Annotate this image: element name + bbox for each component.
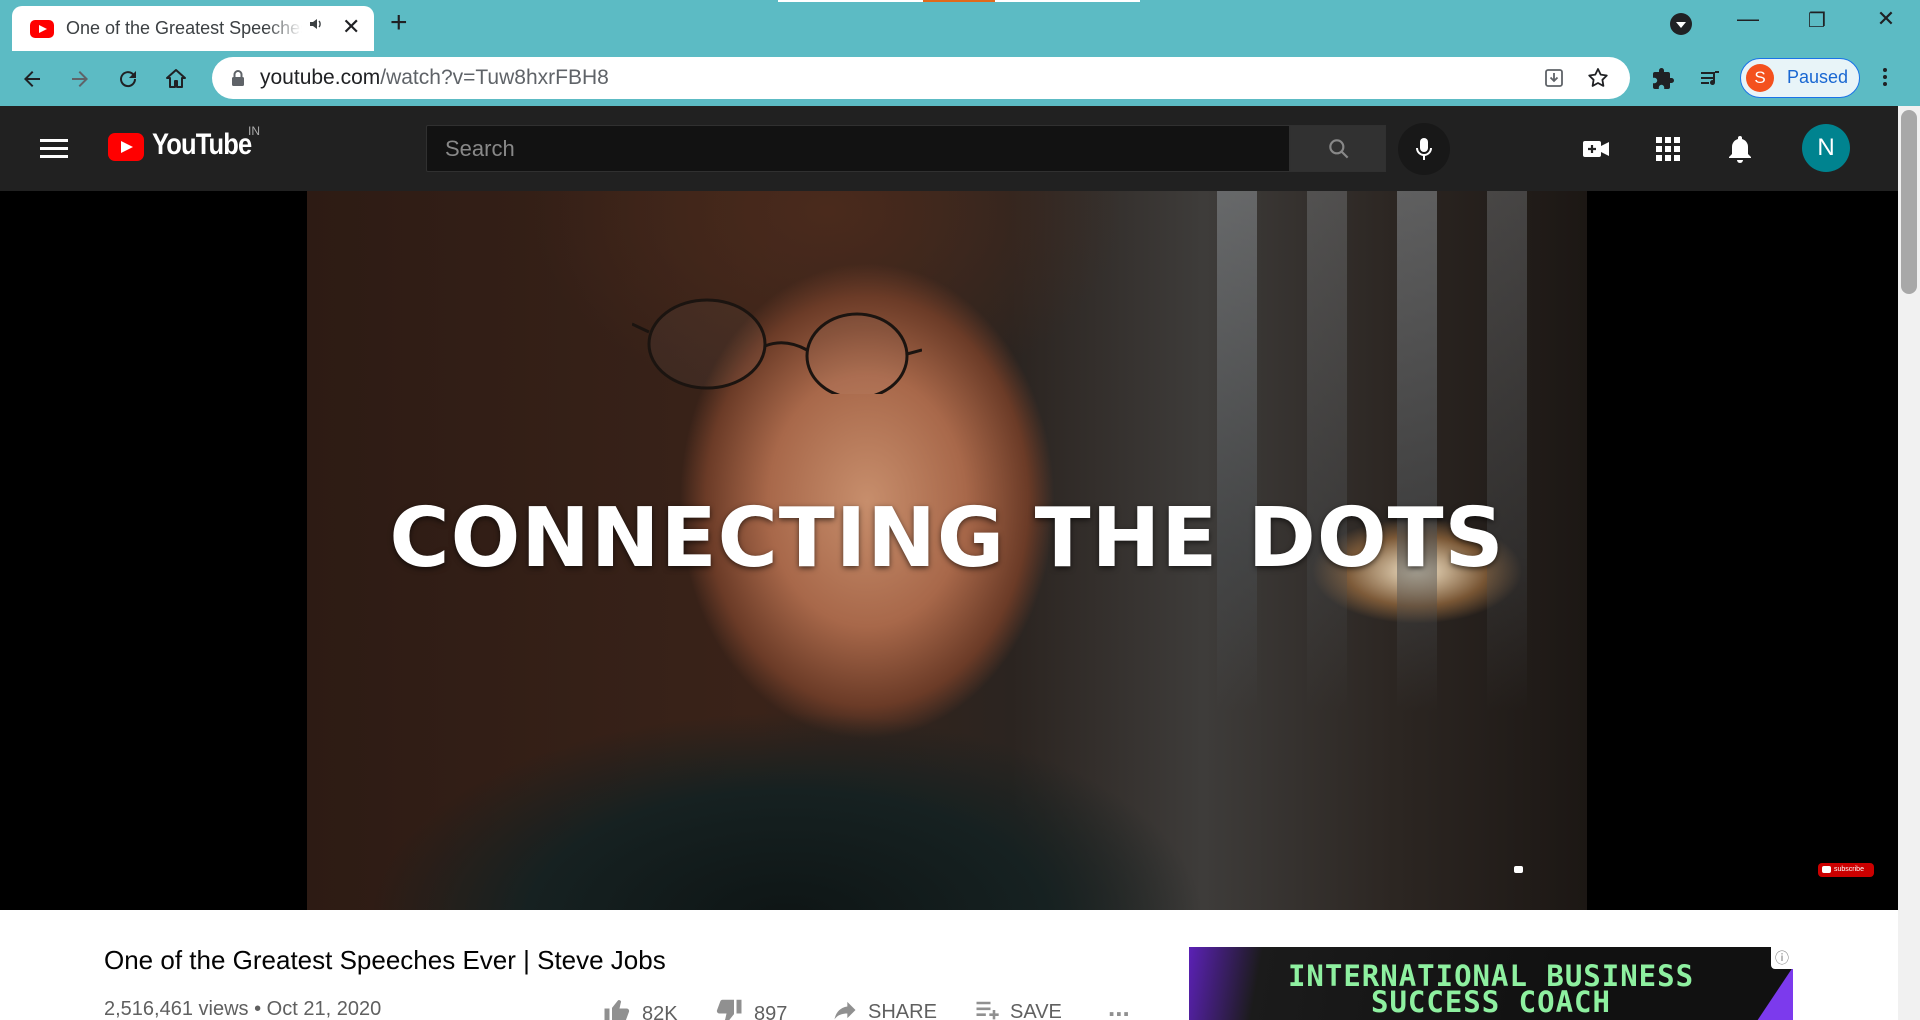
search-box [426,125,1290,172]
lock-icon[interactable] [228,68,248,88]
sidebar-ad-banner[interactable]: INTERNATIONAL BUSINESS SUCCESS COACH ⓘ [1189,947,1793,1020]
browser-tab-strip: One of the Greatest Speeches Ever | Stev… [0,0,1920,51]
reload-icon[interactable] [110,61,146,97]
tab-strip-highlight [995,0,1140,2]
close-tab-icon[interactable]: ✕ [342,14,360,40]
view-count: 2,516,461 views [104,998,249,1020]
youtube-masthead: YouTube IN N [0,106,1898,191]
ad-info-icon[interactable]: ⓘ [1771,947,1793,969]
back-icon[interactable] [14,61,50,97]
minimize-icon[interactable]: — [1728,6,1768,32]
video-player[interactable]: CONNECTING THE DOTS [0,191,1898,910]
youtube-favicon-icon [30,20,54,38]
upload-date: Oct 21, 2020 [266,998,382,1020]
video-info: One of the Greatest Speeches Ever | Stev… [0,910,1898,1020]
video-frame: CONNECTING THE DOTS [307,191,1587,910]
youtube-play-logo-icon [108,133,144,161]
speaker-icon[interactable] [308,16,324,37]
search-button[interactable] [1290,125,1386,172]
browser-menu-icon[interactable] [1880,65,1890,93]
browser-tab-active[interactable]: One of the Greatest Speeches Ever | Stev… [12,6,374,51]
notifications-bell-icon[interactable] [1722,131,1758,167]
ad-line-2: SUCCESS COACH [1371,985,1611,1019]
country-code: IN [248,124,260,138]
extensions-puzzle-icon[interactable] [1645,61,1681,97]
close-window-icon[interactable]: ✕ [1866,6,1906,32]
share-arrow-icon [834,1001,856,1020]
url-path: /watch?v=Tuw8hxrFBH8 [380,66,609,89]
add-to-playlist-icon [976,1001,999,1020]
tab-title: One of the Greatest Speeches Ever | Stev… [66,18,302,38]
like-count: 82K [642,1003,678,1020]
address-bar[interactable]: youtube.com/watch?v=Tuw8hxrFBH8 [212,57,1630,99]
ad-text: INTERNATIONAL BUSINESS SUCCESS COACH [1189,962,1793,1019]
profile-status: Paused [1787,67,1849,87]
bookmark-star-icon[interactable] [1586,66,1610,90]
address-url: youtube.com/watch?v=Tuw8hxrFBH8 [260,66,609,90]
search-icon [1329,139,1349,159]
account-avatar[interactable]: N [1802,124,1850,172]
dislike-count: 897 [754,1003,788,1020]
subscribe-watermark[interactable]: subscribe [1818,863,1874,877]
menu-icon[interactable] [40,139,68,159]
share-button[interactable]: SHARE [830,996,937,1020]
save-label: SAVE [1010,1001,1062,1020]
media-control-icon[interactable] [1692,61,1728,97]
url-host: youtube.com [260,66,381,89]
share-label: SHARE [868,1001,937,1020]
glasses-overlay [632,298,922,394]
tab-search-icon[interactable] [1670,13,1692,35]
video-figure-shirt [307,661,1587,910]
thumbs-down-icon [716,999,742,1020]
background-window-pane [1397,191,1437,711]
thumbs-up-icon [604,1000,630,1020]
more-actions-button[interactable]: ... [1108,992,1130,1020]
restore-window-icon[interactable]: ❐ [1797,8,1837,33]
background-window-pane [1217,191,1257,711]
microphone-icon [1416,138,1432,160]
apps-grid-icon[interactable] [1650,131,1686,167]
youtube-wordmark: YouTube [152,128,252,161]
profile-button[interactable]: S Paused [1740,58,1860,98]
browser-toolbar: youtube.com/watch?v=Tuw8hxrFBH8 S Paused [0,51,1920,106]
tab-strip-highlight-accent [923,0,995,2]
video-caption: CONNECTING THE DOTS [389,491,1505,586]
tab-strip-highlight [778,0,923,2]
video-title: One of the Greatest Speeches Ever | Stev… [104,945,666,975]
background-window-pane [1307,191,1347,711]
background-window-pane [1487,191,1527,711]
save-button[interactable]: SAVE [972,996,1062,1020]
forward-icon[interactable] [62,61,98,97]
video-metadata: 2,516,461 views • Oct 21, 2020 [104,998,381,1020]
dislike-button[interactable]: 897 [712,996,787,1020]
new-tab-button[interactable]: + [390,8,408,38]
profile-avatar: S [1746,64,1774,92]
search-input[interactable] [427,126,1289,171]
meta-separator: • [254,998,267,1020]
create-video-icon[interactable] [1578,131,1614,167]
home-icon[interactable] [158,61,194,97]
page-scrollbar-thumb[interactable] [1901,110,1917,294]
voice-search-button[interactable] [1398,123,1450,175]
like-button[interactable]: 82K [600,996,678,1020]
install-app-icon[interactable] [1542,66,1566,90]
